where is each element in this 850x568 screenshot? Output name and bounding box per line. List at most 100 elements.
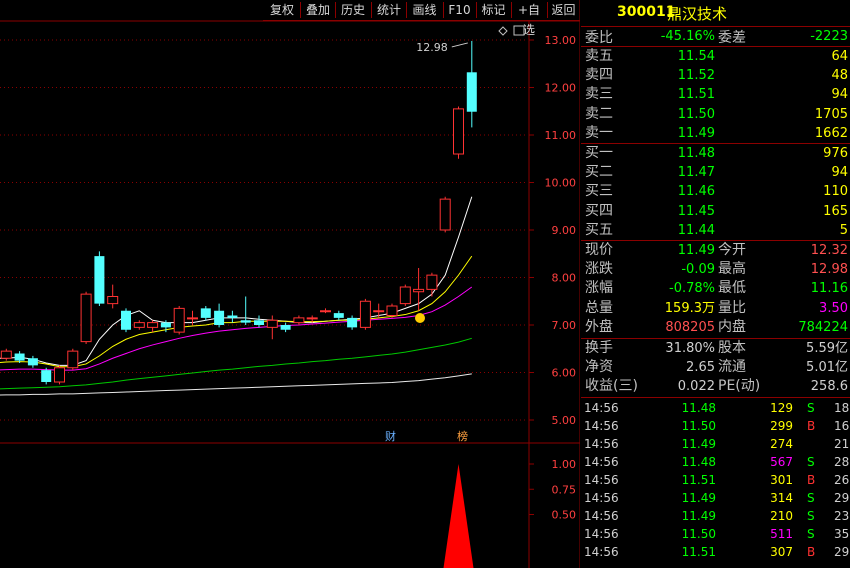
candle-body bbox=[359, 300, 371, 328]
stat-value: 784224 bbox=[798, 319, 848, 335]
toolbar-button-5[interactable]: F10 bbox=[444, 0, 475, 20]
candle bbox=[67, 348, 79, 371]
toolbar-button-4[interactable]: 画线 bbox=[407, 0, 442, 20]
tick-side: B bbox=[807, 419, 816, 433]
tick-volume: 567 bbox=[770, 455, 793, 469]
bids-label: 买四 bbox=[585, 202, 613, 219]
tick-row[interactable]: 14:56 11.51 307 B 29 bbox=[581, 543, 850, 561]
tick-price: 11.49 bbox=[681, 509, 716, 523]
y-tick-label: 7.00 bbox=[552, 319, 577, 332]
tick-row[interactable]: 14:56 11.51 301 B 26 bbox=[581, 471, 850, 489]
toolbar-button-8[interactable]: 返回 bbox=[548, 0, 579, 20]
bids-label: 买三 bbox=[585, 183, 613, 200]
candle bbox=[347, 315, 358, 330]
tick-price: 11.51 bbox=[681, 545, 716, 559]
candle-body bbox=[27, 358, 38, 366]
tick-side: S bbox=[807, 509, 815, 523]
toolbar-button-3[interactable]: 统计 bbox=[372, 0, 406, 20]
tick-row[interactable]: 14:56 11.49 274 21 bbox=[581, 435, 850, 453]
y-tick-label: 13.00 bbox=[545, 34, 577, 47]
money-bag-icon[interactable] bbox=[415, 313, 425, 323]
asks-price: 11.52 bbox=[677, 68, 715, 84]
candle bbox=[173, 306, 185, 335]
event-marker[interactable]: 财 bbox=[385, 429, 396, 443]
toolbar-bottom-line bbox=[263, 20, 580, 21]
tick-volume: 299 bbox=[770, 419, 793, 433]
tick-price: 11.48 bbox=[681, 401, 716, 415]
tick-time: 14:56 bbox=[584, 491, 619, 505]
tick-row[interactable]: 14:56 11.50 511 S 35 bbox=[581, 525, 850, 543]
tick-time: 14:56 bbox=[584, 473, 619, 487]
candle-body bbox=[373, 310, 385, 313]
bids-price: 11.46 bbox=[677, 184, 715, 200]
asks-label: 卖三 bbox=[585, 86, 613, 103]
toolbar-button-7[interactable]: +自选 bbox=[512, 0, 546, 37]
tick-count: 29 bbox=[834, 491, 850, 505]
asks-label: 卖二 bbox=[585, 105, 613, 122]
bids-volume: 94 bbox=[831, 165, 848, 181]
tick-side: S bbox=[807, 455, 815, 469]
stat-value: -0.78% bbox=[669, 281, 715, 297]
candle-body bbox=[426, 274, 438, 290]
fin-label: 流通 bbox=[718, 359, 746, 376]
stock-name[interactable]: 鼎汉技术 bbox=[667, 3, 727, 24]
tick-time: 14:56 bbox=[584, 401, 619, 415]
toolbar-divider bbox=[511, 2, 512, 18]
fin-label: 股本 bbox=[718, 340, 746, 356]
tick-price: 11.49 bbox=[681, 437, 716, 451]
candle bbox=[254, 315, 264, 328]
tick-time: 14:56 bbox=[584, 437, 619, 451]
tick-volume: 511 bbox=[770, 527, 793, 541]
y-tick-label: 12.00 bbox=[545, 82, 577, 95]
wecha-value: -2223 bbox=[810, 29, 848, 44]
peak-arrow bbox=[451, 42, 468, 48]
toolbar-button-6[interactable]: 标记 bbox=[477, 0, 510, 20]
toolbar-button-1[interactable]: 叠加 bbox=[301, 0, 335, 20]
tick-row[interactable]: 14:56 11.48 129 S 18 bbox=[581, 399, 850, 417]
tick-count: 29 bbox=[834, 545, 850, 559]
diamond-icon[interactable] bbox=[498, 26, 508, 36]
tick-count: 18 bbox=[834, 401, 850, 415]
bids-label: 买一 bbox=[585, 145, 613, 161]
toolbar-button-2[interactable]: 历史 bbox=[336, 0, 370, 20]
tick-time: 14:56 bbox=[584, 455, 619, 469]
tick-row[interactable]: 14:56 11.50 299 B 16 bbox=[581, 417, 850, 435]
candle-body bbox=[41, 370, 52, 382]
tick-volume: 210 bbox=[770, 509, 793, 523]
fin-label: 换手 bbox=[585, 340, 613, 356]
y-tick-label: 8.00 bbox=[552, 272, 577, 285]
bids-volume: 976 bbox=[823, 146, 848, 161]
candle-body bbox=[67, 350, 79, 369]
candle-body bbox=[306, 317, 318, 320]
candle bbox=[359, 298, 371, 330]
tick-count: 35 bbox=[834, 527, 850, 541]
asks-label: 卖四 bbox=[585, 67, 613, 84]
toolbar-button-0[interactable]: 复权 bbox=[265, 0, 299, 20]
tick-time: 14:56 bbox=[584, 545, 619, 559]
kline-chart[interactable]: 13.00 12.00 11.00 10.00 9.00 8.00 7.00 6.00 5.00… bbox=[0, 0, 580, 568]
toolbar-divider bbox=[371, 2, 372, 18]
candle-body bbox=[347, 317, 358, 328]
candle bbox=[280, 322, 291, 333]
candle-body bbox=[439, 198, 451, 231]
asks-volume: 48 bbox=[831, 68, 848, 84]
tick-row[interactable]: 14:56 11.49 314 S 29 bbox=[581, 489, 850, 507]
candle-body bbox=[254, 320, 264, 325]
fin-value: 0.022 bbox=[677, 379, 715, 395]
stat-label: 涨跌 bbox=[585, 261, 613, 278]
tick-row[interactable]: 14:56 11.48 567 S 28 bbox=[581, 453, 850, 471]
y-tick-label: 9.00 bbox=[552, 224, 577, 237]
asks-volume: 94 bbox=[831, 87, 848, 103]
stock-header: 300011 鼎汉技术 bbox=[583, 0, 850, 26]
toolbar-divider bbox=[300, 2, 301, 18]
bids-label: 买二 bbox=[585, 164, 613, 181]
asks-volume: 64 bbox=[831, 49, 848, 64]
candle bbox=[214, 303, 225, 328]
tick-row[interactable]: 14:56 11.49 210 S 23 bbox=[581, 507, 850, 525]
tick-count: 28 bbox=[834, 455, 850, 469]
candle bbox=[439, 196, 451, 233]
stat-label: 涨幅 bbox=[585, 280, 613, 297]
candle-body bbox=[320, 310, 331, 313]
candle-body bbox=[453, 108, 464, 155]
event-marker[interactable]: 榜 bbox=[457, 429, 468, 443]
